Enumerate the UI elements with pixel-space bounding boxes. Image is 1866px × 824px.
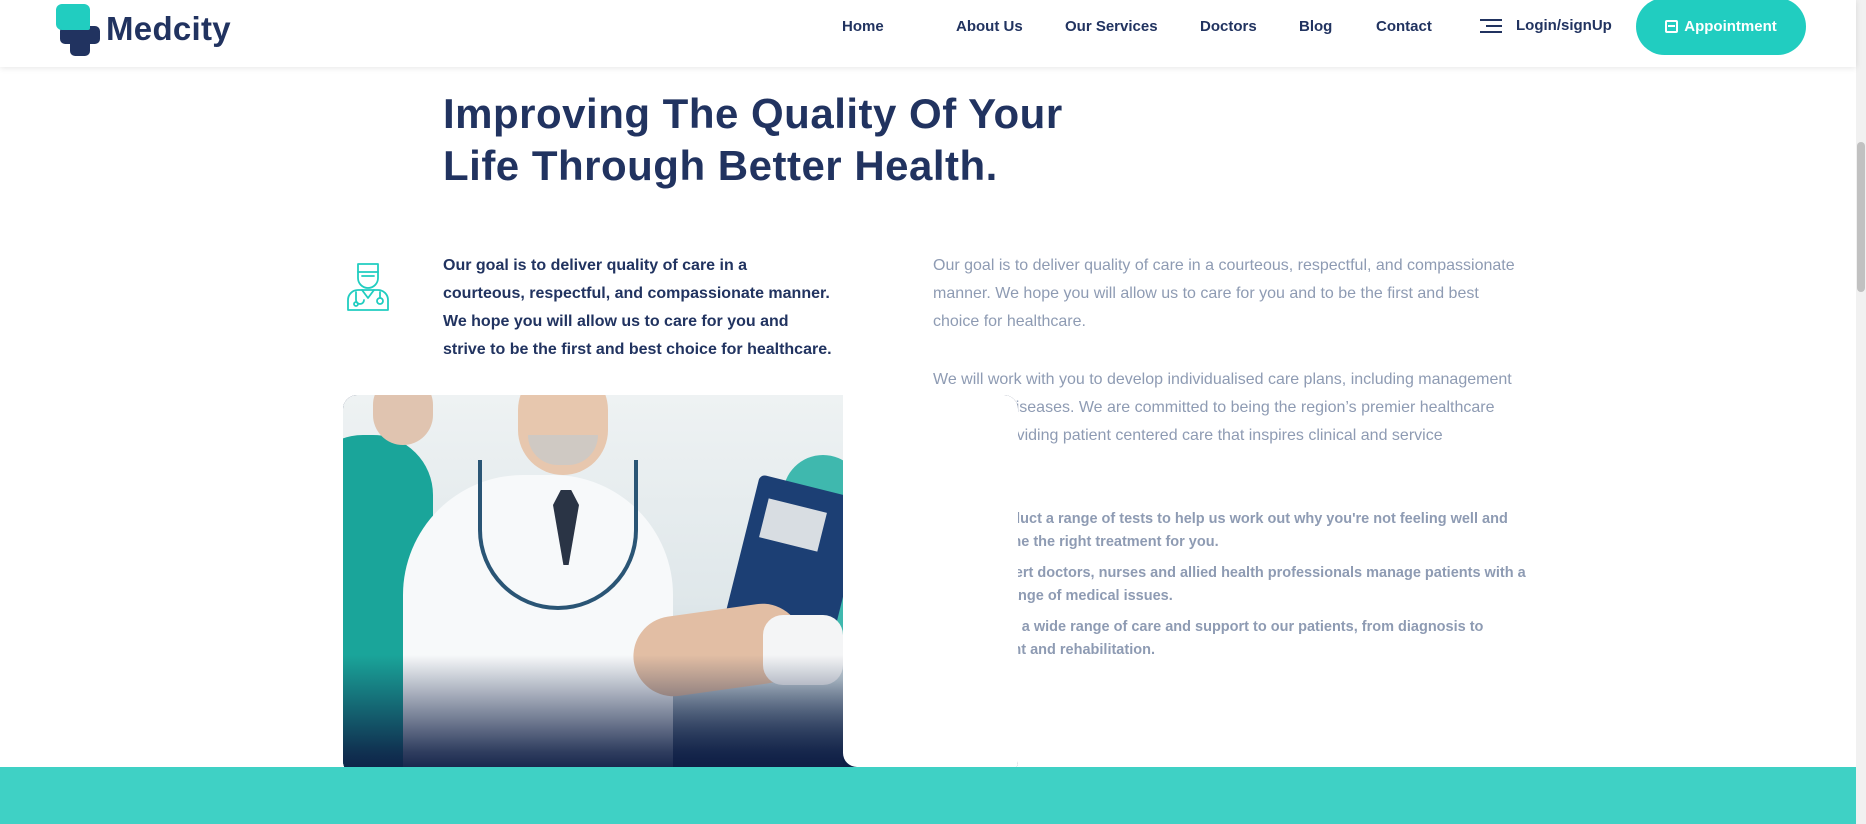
description-paragraph-1: Our goal is to deliver quality of care i… <box>933 257 1515 330</box>
intro-text: Our goal is to deliver quality of care i… <box>443 257 832 358</box>
page-scrollbar[interactable] <box>1856 0 1866 824</box>
medical-cross-logo-icon <box>50 4 104 56</box>
login-signup-label: Login/signUp <box>1516 17 1612 34</box>
scrollbar-thumb[interactable] <box>1857 142 1865 292</box>
doctor-handshake-image <box>343 395 1018 775</box>
page-title: Improving The Quality Of Your Life Throu… <box>443 88 1123 192</box>
doctor-icon <box>347 263 389 311</box>
list-item: We offer a wide range of care and suppor… <box>942 616 1527 662</box>
feature-list: We conduct a range of tests to help us w… <box>942 508 1527 670</box>
brand-name: Medcity <box>106 10 231 47</box>
description-paragraph-2: We will work with you to develop individ… <box>933 371 1512 472</box>
nav-blog[interactable]: Blog <box>1299 18 1332 35</box>
nav-our-services[interactable]: Our Services <box>1065 18 1158 35</box>
site-header: Medcity Home About Us Our Services Docto… <box>0 0 1856 67</box>
appointment-button[interactable]: Appointment <box>1636 0 1806 55</box>
image-overlay-card <box>843 395 1018 767</box>
appointment-label: Appointment <box>1684 18 1777 35</box>
section-band <box>0 767 1856 824</box>
calendar-icon <box>1665 20 1679 33</box>
menu-icon <box>1480 18 1502 34</box>
nav-home[interactable]: Home <box>842 18 884 35</box>
title-line-1: Improving The Quality Of Your <box>443 90 1063 137</box>
list-item: Our expert doctors, nurses and allied he… <box>942 562 1527 608</box>
nav-doctors[interactable]: Doctors <box>1200 18 1257 35</box>
login-signup-button[interactable]: Login/signUp <box>1480 17 1612 34</box>
nav-about-us[interactable]: About Us <box>956 18 1023 35</box>
brand-logo[interactable]: Medcity <box>50 4 231 56</box>
nav-contact[interactable]: Contact <box>1376 18 1432 35</box>
list-item: We conduct a range of tests to help us w… <box>942 508 1527 554</box>
title-line-2: Life Through Better Health. <box>443 142 998 189</box>
